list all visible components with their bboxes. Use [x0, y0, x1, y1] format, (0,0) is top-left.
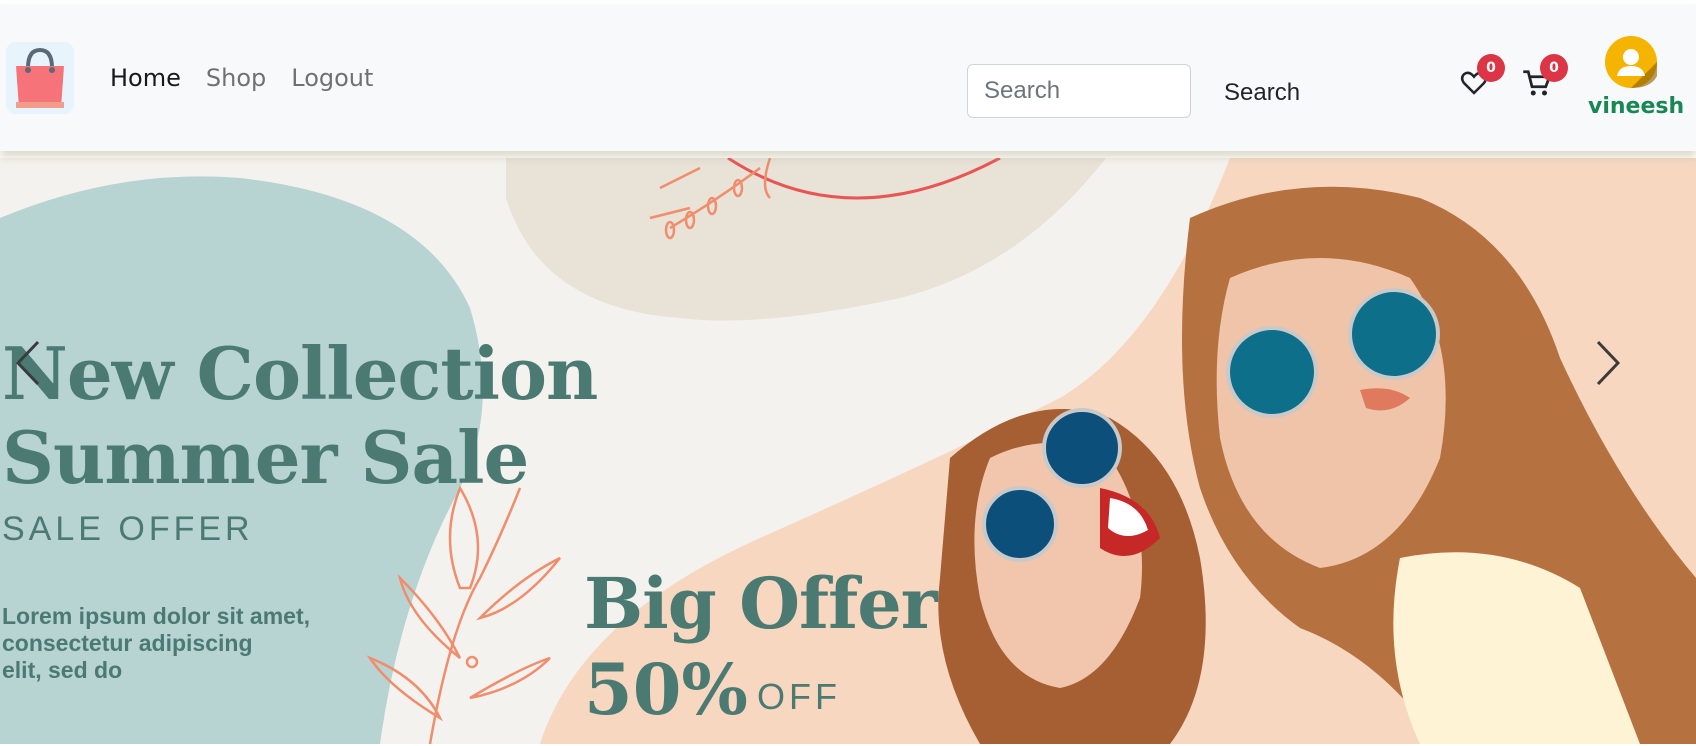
nav-link-shop[interactable]: Shop — [206, 64, 266, 92]
nav-link-logout[interactable]: Logout — [291, 64, 373, 92]
wishlist-count-badge: 0 — [1477, 54, 1505, 82]
nav-link-home[interactable]: Home — [110, 64, 181, 92]
hero-description: Lorem ipsum dolor sit amet, consectetur … — [2, 603, 362, 684]
search-button[interactable]: Search — [1210, 68, 1314, 118]
offer-suffix: OFF — [757, 676, 841, 717]
shopping-bag-icon[interactable] — [6, 42, 74, 114]
navbar: Home Shop Logout Search 0 0 vineesh — [0, 4, 1696, 151]
nav-links: Home Shop Logout — [110, 64, 398, 92]
offer-percent: 50% — [584, 648, 748, 731]
hero-description-line2: consectetur adipiscing — [2, 630, 253, 656]
wishlist-button[interactable]: 0 — [1459, 54, 1505, 100]
carousel-prev-button[interactable] — [8, 338, 58, 398]
hero-subtitle: SALE OFFER — [2, 510, 254, 548]
search-input[interactable] — [967, 64, 1191, 118]
chevron-left-icon — [15, 340, 40, 386]
hero-description-line1: Lorem ipsum dolor sit amet, — [2, 603, 310, 629]
hero-title-line1: New Collection — [2, 331, 598, 416]
hero-banner: New Collection Summer Sale SALE OFFER Lo… — [0, 158, 1696, 744]
offer-title: Big Offer — [584, 562, 938, 645]
username-label[interactable]: vineesh — [1588, 94, 1684, 119]
chevron-right-icon — [1596, 340, 1621, 386]
hero-title-line2: Summer Sale — [2, 415, 529, 500]
user-avatar-icon[interactable] — [1605, 36, 1657, 88]
hero-description-line3: elit, sed do — [2, 657, 123, 683]
carousel-next-button[interactable] — [1588, 338, 1638, 398]
cart-button[interactable]: 0 — [1522, 54, 1568, 100]
cart-count-badge: 0 — [1540, 54, 1568, 82]
